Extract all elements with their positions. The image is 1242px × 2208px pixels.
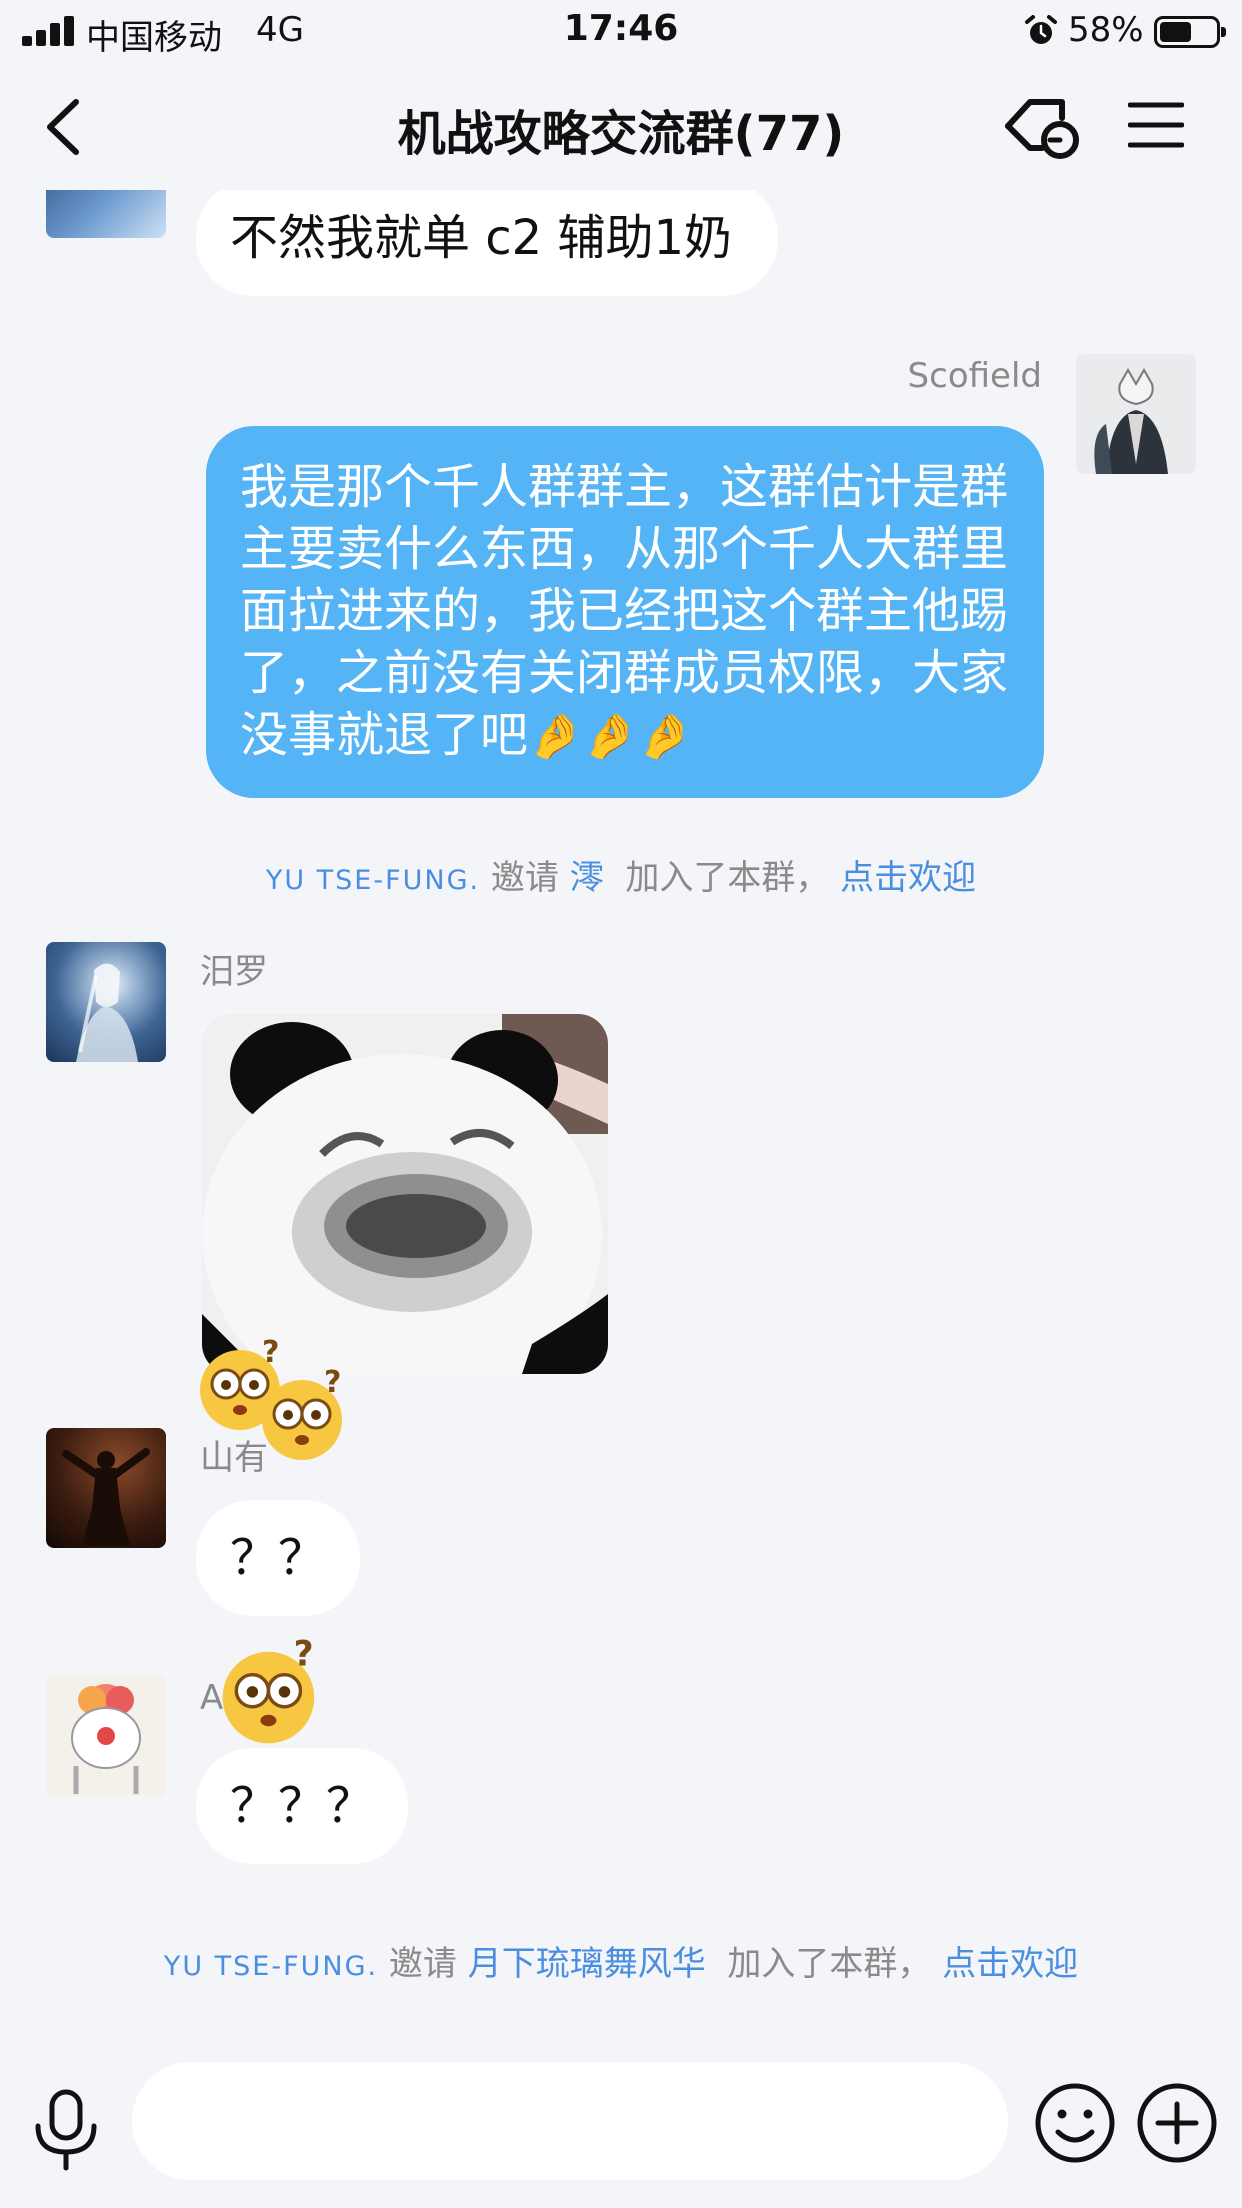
message-text: 不然我就单 c2 辅助1奶	[230, 210, 732, 266]
mic-icon[interactable]	[32, 2088, 100, 2172]
avatar[interactable]	[46, 190, 166, 238]
message-input[interactable]	[132, 2062, 1008, 2180]
system-joined: 加入了本群，	[625, 858, 830, 898]
plus-icon[interactable]	[1136, 2082, 1218, 2164]
welcome-link[interactable]: 点击欢迎	[942, 1944, 1078, 1984]
hand-emoji: 🤌🤌🤌	[528, 711, 693, 762]
menu-icon[interactable]	[1128, 100, 1184, 150]
message-bubble-self[interactable]: 我是那个千人群群主，这群估计是群主要卖什么东西，从那个千人大群里面拉进来的，我已…	[206, 426, 1044, 798]
nav-bar: 机战攻略交流群(77)	[0, 62, 1242, 190]
confused-face-icon: ?	[262, 1368, 342, 1460]
invitee-name[interactable]: 澪	[570, 858, 604, 898]
inviter-name[interactable]: YU TSE-FUNG.	[266, 865, 480, 896]
inviter-name[interactable]: YU TSE-FUNG.	[164, 1951, 378, 1982]
system-message: YU TSE-FUNG. 邀请 澪 加入了本群， 点击欢迎	[0, 850, 1242, 899]
message-text: ？？	[230, 1530, 327, 1586]
sticker-image[interactable]	[202, 1014, 608, 1374]
sender-name: 山有	[200, 1438, 268, 1478]
welcome-link[interactable]: 点击欢迎	[840, 858, 976, 898]
message-bubble[interactable]: 不然我就单 c2 辅助1奶	[196, 190, 778, 296]
svg-text:?: ?	[324, 1368, 341, 1400]
message-text: ？？？	[230, 1778, 375, 1834]
link-icon[interactable]	[1002, 90, 1086, 162]
back-icon[interactable]	[40, 98, 90, 156]
message-bubble[interactable]: ？？	[196, 1500, 361, 1616]
page-title: 机战攻略交流群(77)	[397, 106, 845, 162]
sender-name: 汨罗	[200, 952, 268, 992]
sender-name: Scofield	[907, 356, 1042, 396]
alarm-icon	[1025, 15, 1057, 44]
battery-percent: 58%	[1068, 10, 1144, 50]
system-message: YU TSE-FUNG. 邀请 月下琉璃舞风华 加入了本群， 点击欢迎	[0, 1936, 1242, 1985]
avatar[interactable]	[46, 1428, 166, 1548]
battery-icon	[1154, 16, 1226, 48]
chat-list[interactable]: 不然我就单 c2 辅助1奶 Scofield 我是那个千人群群主，这群估计是群主…	[0, 190, 1242, 2042]
avatar[interactable]	[1076, 354, 1196, 474]
system-action: 邀请	[490, 858, 559, 898]
avatar[interactable]	[46, 942, 166, 1062]
avatar[interactable]	[46, 1676, 166, 1796]
system-action: 邀请	[388, 1944, 457, 1984]
svg-text:?: ?	[294, 1638, 314, 1675]
input-bar	[0, 2042, 1242, 2208]
status-bar: 中国移动 4G 17:46 58%	[0, 0, 1242, 62]
message-bubble[interactable]: ？？？	[196, 1748, 409, 1864]
emoji-icon[interactable]	[1034, 2082, 1116, 2164]
svg-text:?: ?	[262, 1338, 279, 1370]
invitee-name[interactable]: 月下琉璃舞风华	[468, 1944, 706, 1984]
confused-face-icon: ?	[222, 1638, 315, 1744]
system-joined: 加入了本群，	[727, 1944, 932, 1984]
